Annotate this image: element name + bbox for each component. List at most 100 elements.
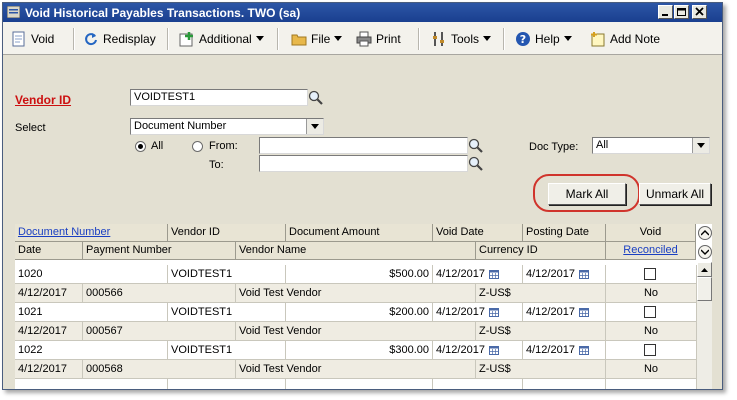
cell-vendor-name[interactable]: Void Test Vendor	[236, 360, 476, 379]
cell-void-date[interactable]: 4/12/2017	[433, 341, 523, 360]
transactions-grid: Document Number Vendor ID Document Amoun…	[15, 224, 712, 389]
header-date: Date	[15, 242, 83, 260]
scroll-up-icon	[701, 267, 708, 272]
to-lookup-icon[interactable]	[467, 155, 484, 172]
doc-type-value: All	[596, 139, 609, 151]
cell-void[interactable]	[606, 265, 697, 284]
void-checkbox[interactable]	[644, 306, 656, 318]
header-document-number[interactable]: Document Number	[15, 224, 168, 242]
select-dropdown[interactable]: Document Number	[130, 118, 324, 135]
select-dropdown-button[interactable]	[306, 119, 323, 134]
cell-void-date[interactable]: 4/12/2017	[433, 265, 523, 284]
vertical-scrollbar[interactable]	[697, 262, 712, 389]
chevron-down-icon	[563, 36, 572, 41]
print-button[interactable]: Print	[356, 30, 401, 48]
cell-payment-number[interactable]: 000566	[83, 284, 236, 303]
additional-menu[interactable]: Additional	[179, 30, 264, 48]
doc-type-dropdown-button[interactable]	[692, 138, 709, 153]
cell-reconciled-text: No	[643, 325, 659, 337]
void-document-icon	[12, 31, 25, 47]
cell-reconciled[interactable]: No	[606, 360, 697, 379]
calendar-icon[interactable]	[578, 307, 589, 317]
cell-date[interactable]: 4/12/2017	[15, 360, 83, 379]
cell-currency-id-text: Z-US$	[479, 363, 511, 375]
header-reconciled[interactable]: Reconciled	[606, 242, 696, 260]
file-menu[interactable]: File	[291, 30, 343, 48]
cell-vendor-id[interactable]: VOIDTEST1	[168, 303, 286, 322]
redisplay-button[interactable]: Redisplay	[83, 30, 156, 48]
close-button[interactable]	[692, 5, 707, 19]
from-radio[interactable]	[192, 141, 203, 152]
cell-document-number[interactable]: 1020	[15, 265, 168, 284]
cell-payment-number[interactable]: 000568	[83, 360, 236, 379]
cell-void[interactable]	[606, 303, 697, 322]
cell-vendor-id[interactable]: VOIDTEST1	[168, 265, 286, 284]
scroll-up-button[interactable]	[697, 262, 712, 277]
empty-cell[interactable]	[523, 379, 606, 389]
cell-vendor-name[interactable]: Void Test Vendor	[236, 284, 476, 303]
mark-all-button[interactable]: Mark All	[548, 183, 626, 205]
cell-reconciled[interactable]: No	[606, 322, 697, 341]
collapse-rows-button[interactable]	[698, 226, 712, 240]
cell-posting-date[interactable]: 4/12/2017	[523, 265, 606, 284]
cell-posting-date[interactable]: 4/12/2017	[523, 303, 606, 322]
expand-rows-button[interactable]	[698, 245, 712, 259]
chevron-down-icon	[255, 36, 264, 41]
void-checkbox[interactable]	[644, 344, 656, 356]
cell-void-date-text: 4/12/2017	[436, 306, 485, 318]
void-checkbox[interactable]	[644, 268, 656, 280]
additional-icon	[179, 32, 193, 47]
header-vendor-id: Vendor ID	[168, 224, 286, 242]
minimize-button[interactable]	[658, 5, 673, 19]
toolbar-separator	[167, 28, 169, 50]
maximize-button[interactable]	[674, 5, 689, 19]
cell-currency-id[interactable]: Z-US$	[476, 322, 606, 341]
tools-menu[interactable]: Tools	[431, 30, 492, 48]
all-radio[interactable]	[135, 141, 146, 152]
empty-cell[interactable]	[15, 379, 168, 389]
header-void-date: Void Date	[433, 224, 523, 242]
cell-document-number[interactable]: 1022	[15, 341, 168, 360]
help-menu[interactable]: ? Help	[515, 30, 572, 48]
empty-cell[interactable]	[606, 379, 697, 389]
vendor-lookup-icon[interactable]	[307, 89, 324, 106]
to-field[interactable]	[259, 155, 468, 172]
calendar-icon[interactable]	[578, 345, 589, 355]
empty-cell[interactable]	[168, 379, 286, 389]
cell-posting-date[interactable]: 4/12/2017	[523, 341, 606, 360]
empty-cell[interactable]	[433, 379, 523, 389]
cell-void[interactable]	[606, 341, 697, 360]
empty-cell[interactable]	[286, 379, 433, 389]
calendar-icon[interactable]	[488, 269, 499, 279]
main-window: Void Historical Payables Transactions. T…	[2, 2, 723, 390]
cell-document-amount[interactable]: $300.00	[286, 341, 433, 360]
from-field[interactable]	[259, 137, 468, 154]
help-icon: ?	[516, 32, 530, 46]
doc-type-dropdown[interactable]: All	[592, 137, 710, 154]
scroll-thumb[interactable]	[697, 277, 712, 301]
cell-document-amount-text: $500.00	[389, 268, 429, 280]
vendor-id-label[interactable]: Vendor ID	[15, 93, 71, 107]
cell-currency-id[interactable]: Z-US$	[476, 284, 606, 303]
cell-currency-id[interactable]: Z-US$	[476, 360, 606, 379]
cell-payment-number[interactable]: 000567	[83, 322, 236, 341]
cell-vendor-id-text: VOIDTEST1	[171, 268, 233, 280]
cell-vendor-name[interactable]: Void Test Vendor	[236, 322, 476, 341]
cell-reconciled[interactable]: No	[606, 284, 697, 303]
cell-vendor-id[interactable]: VOIDTEST1	[168, 341, 286, 360]
cell-document-amount[interactable]: $500.00	[286, 265, 433, 284]
void-button[interactable]: Void	[11, 30, 54, 48]
cell-document-number[interactable]: 1021	[15, 303, 168, 322]
cell-document-amount[interactable]: $200.00	[286, 303, 433, 322]
cell-date[interactable]: 4/12/2017	[15, 284, 83, 303]
vendor-id-field[interactable]: VOIDTEST1	[130, 89, 308, 106]
from-lookup-icon[interactable]	[467, 137, 484, 154]
cell-vendor-name-text: Void Test Vendor	[239, 363, 322, 375]
calendar-icon[interactable]	[578, 269, 589, 279]
add-note-button[interactable]: Add Note	[590, 30, 660, 48]
calendar-icon[interactable]	[488, 345, 499, 355]
cell-date[interactable]: 4/12/2017	[15, 322, 83, 341]
unmark-all-button[interactable]: Unmark All	[639, 183, 711, 205]
calendar-icon[interactable]	[488, 307, 499, 317]
cell-void-date[interactable]: 4/12/2017	[433, 303, 523, 322]
